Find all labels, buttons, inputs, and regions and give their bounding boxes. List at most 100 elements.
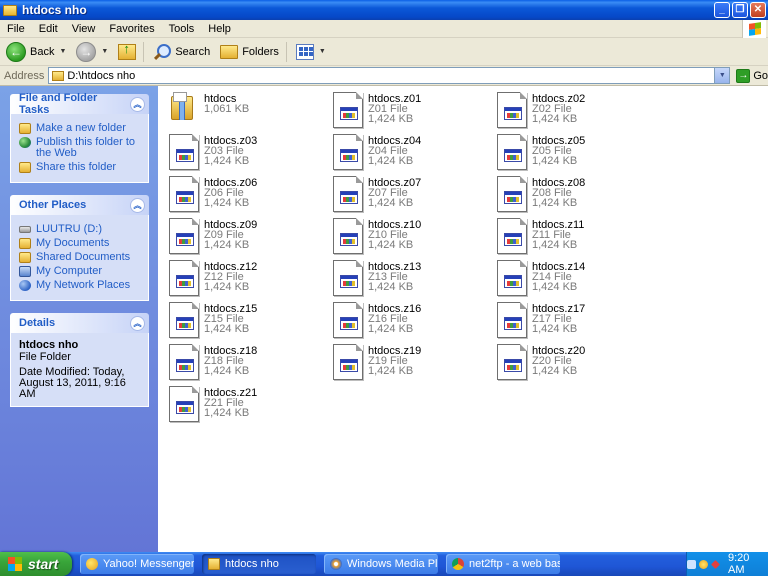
globe-icon	[19, 137, 31, 148]
file-item[interactable]: htdocs.z03 Z03 File 1,424 KB	[162, 132, 322, 172]
file-text: htdocs.z17 Z17 File 1,424 KB	[532, 300, 585, 340]
place-shared-documents[interactable]: Shared Documents	[19, 252, 142, 263]
collapse-chevron-icon[interactable]: ︽	[130, 197, 145, 213]
back-button[interactable]: ← Back ▼	[2, 40, 70, 64]
file-item[interactable]: htdocs.z14 Z14 File 1,424 KB	[490, 258, 650, 298]
up-button[interactable]	[114, 40, 140, 64]
network-tray-icon[interactable]	[687, 559, 696, 569]
file-item[interactable]: htdocs.z20 Z20 File 1,424 KB	[490, 342, 650, 382]
other-places-panel: Other Places ︽ LUUTRU (D:) My Documents …	[10, 195, 149, 301]
menu-tools[interactable]: Tools	[162, 23, 202, 35]
file-item[interactable]: htdocs.z10 Z10 File 1,424 KB	[326, 216, 486, 256]
task-make-new-folder[interactable]: Make a new folder	[19, 123, 142, 134]
file-item[interactable]: htdocs.z02 Z02 File 1,424 KB	[490, 90, 650, 130]
address-input[interactable]: D:\htdocs nho ▼	[48, 67, 731, 84]
task-publish-to-web[interactable]: Publish this folder to the Web	[19, 137, 142, 159]
task-windows-media-player[interactable]: Windows Media Player	[324, 554, 438, 574]
file-icon	[333, 302, 363, 338]
file-text: htdocs.z09 Z09 File 1,424 KB	[204, 216, 257, 256]
chevron-down-icon[interactable]: ▼	[101, 48, 108, 55]
menu-view[interactable]: View	[65, 23, 103, 35]
collapse-chevron-icon[interactable]: ︽	[130, 315, 145, 331]
start-button[interactable]: start	[0, 552, 72, 576]
file-item[interactable]: htdocs.z07 Z07 File 1,424 KB	[326, 174, 486, 214]
messenger-tray-icon[interactable]	[699, 559, 708, 569]
place-my-network-places[interactable]: My Network Places	[19, 280, 142, 291]
folders-button[interactable]: Folders	[216, 40, 283, 64]
file-item[interactable]: htdocs.z06 Z06 File 1,424 KB	[162, 174, 322, 214]
antivirus-tray-icon[interactable]	[711, 559, 720, 569]
details-type: File Folder	[19, 351, 71, 363]
file-size: 1,424 KB	[368, 197, 414, 209]
file-size: 1,424 KB	[368, 113, 414, 125]
panel-header[interactable]: File and Folder Tasks ︽	[10, 92, 149, 116]
views-button[interactable]: ▼	[292, 40, 330, 64]
clock[interactable]: 9:20 AM	[728, 552, 760, 576]
file-text: htdocs.z14 Z14 File 1,424 KB	[532, 258, 585, 298]
task-label: Publish this folder to the Web	[36, 136, 136, 159]
toolbar: ← Back ▼ → ▼ Search Folders ▼	[0, 38, 768, 66]
file-item[interactable]: htdocs.z21 Z21 File 1,424 KB	[162, 384, 322, 424]
file-item[interactable]: htdocs.z01 Z01 File 1,424 KB	[326, 90, 486, 130]
search-button[interactable]: Search	[149, 40, 214, 64]
file-item[interactable]: htdocs.z19 Z19 File 1,424 KB	[326, 342, 486, 382]
place-drive-d[interactable]: LUUTRU (D:)	[19, 224, 142, 235]
task-share-folder[interactable]: Share this folder	[19, 162, 142, 173]
chevron-down-icon[interactable]: ▼	[59, 48, 66, 55]
chevron-down-icon[interactable]: ▼	[319, 48, 326, 55]
file-item[interactable]: htdocs.z09 Z09 File 1,424 KB	[162, 216, 322, 256]
menu-file[interactable]: File	[0, 23, 32, 35]
file-icon	[497, 218, 527, 254]
file-item[interactable]: htdocs.z05 Z05 File 1,424 KB	[490, 132, 650, 172]
maximize-button[interactable]: ❐	[732, 2, 748, 18]
file-size: 1,424 KB	[204, 407, 250, 419]
file-item[interactable]: htdocs.z08 Z08 File 1,424 KB	[490, 174, 650, 214]
title-bar[interactable]: htdocs nho _ ❐ ✕	[0, 0, 768, 20]
minimize-button[interactable]: _	[714, 2, 730, 18]
file-item[interactable]: htdocs.z13 Z13 File 1,424 KB	[326, 258, 486, 298]
panel-body: htdocs nho File Folder Date Modified: To…	[10, 333, 149, 407]
folders-icon	[220, 44, 239, 59]
panel-header[interactable]: Details ︽	[10, 313, 149, 333]
file-item[interactable]: htdocs.z04 Z04 File 1,424 KB	[326, 132, 486, 172]
task-label: Windows Media Player	[347, 558, 438, 570]
file-size: 1,061 KB	[204, 103, 250, 115]
folder-icon	[3, 4, 17, 16]
task-yahoo-messenger[interactable]: Yahoo! Messenger	[80, 554, 194, 574]
menu-help[interactable]: Help	[201, 23, 238, 35]
close-button[interactable]: ✕	[750, 2, 766, 18]
menu-edit[interactable]: Edit	[32, 23, 65, 35]
forward-button[interactable]: → ▼	[72, 40, 112, 64]
chevron-down-icon[interactable]: ▼	[714, 68, 730, 83]
place-my-documents[interactable]: My Documents	[19, 238, 142, 249]
file-size: 1,424 KB	[368, 239, 414, 251]
panel-header[interactable]: Other Places ︽	[10, 195, 149, 215]
address-bar: Address D:\htdocs nho ▼ → Go	[0, 66, 768, 86]
details-panel: Details ︽ htdocs nho File Folder Date Mo…	[10, 313, 149, 407]
file-icon	[333, 344, 363, 380]
search-label: Search	[175, 45, 211, 58]
views-icon	[295, 43, 314, 60]
file-text: htdocs.z16 Z16 File 1,424 KB	[368, 300, 421, 340]
collapse-chevron-icon[interactable]: ︽	[130, 96, 145, 112]
windows-logo-icon	[742, 20, 766, 38]
computer-icon	[19, 266, 31, 277]
file-list: htdocs 1,061 KB htdocs.z01 Z01 File 1,424 KB…	[158, 86, 768, 552]
task-htdocs-nho[interactable]: htdocs nho	[202, 554, 316, 574]
menu-favorites[interactable]: Favorites	[102, 23, 161, 35]
go-button[interactable]: → Go	[736, 68, 768, 83]
task-label: htdocs nho	[225, 558, 279, 570]
place-my-computer[interactable]: My Computer	[19, 266, 142, 277]
task-net2ftp[interactable]: net2ftp - a web base...	[446, 554, 560, 574]
file-item[interactable]: htdocs.z15 Z15 File 1,424 KB	[162, 300, 322, 340]
details-name: htdocs nho	[19, 339, 79, 351]
start-label: start	[28, 556, 59, 572]
file-item[interactable]: htdocs.z17 Z17 File 1,424 KB	[490, 300, 650, 340]
file-item[interactable]: htdocs.z12 Z12 File 1,424 KB	[162, 258, 322, 298]
file-item[interactable]: htdocs.z16 Z16 File 1,424 KB	[326, 300, 486, 340]
file-item[interactable]: htdocs.z18 Z18 File 1,424 KB	[162, 342, 322, 382]
file-text: htdocs.z15 Z15 File 1,424 KB	[204, 300, 257, 340]
file-item[interactable]: htdocs.z11 Z11 File 1,424 KB	[490, 216, 650, 256]
file-icon	[497, 302, 527, 338]
file-item[interactable]: htdocs 1,061 KB	[162, 90, 322, 130]
